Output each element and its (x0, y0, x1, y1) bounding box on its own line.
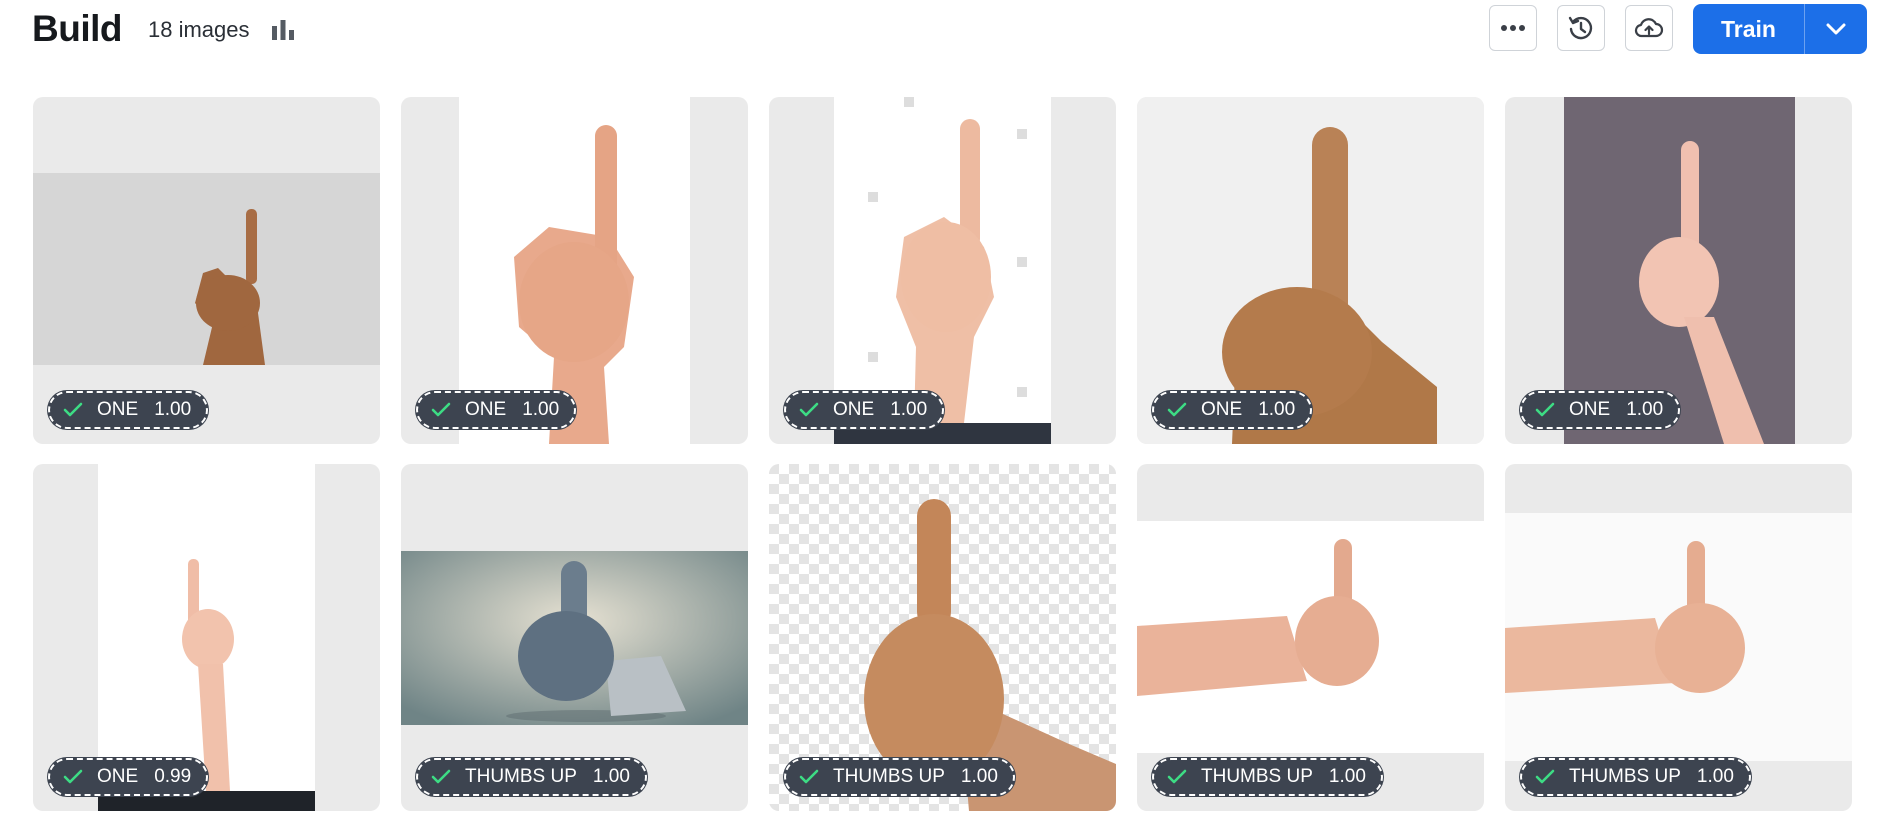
prediction-score: 0.99 (154, 766, 192, 787)
history-button[interactable] (1557, 5, 1605, 51)
check-icon (63, 402, 83, 417)
prediction-badge: ONE 1.00 (1151, 390, 1314, 430)
bar-chart-icon[interactable] (270, 18, 296, 42)
check-icon (799, 402, 819, 417)
prediction-label: ONE (1569, 399, 1611, 420)
image-card[interactable]: THUMBS UP 1.00 (769, 464, 1116, 811)
image-card[interactable]: THUMBS UP 1.00 (1505, 464, 1852, 811)
train-options-dropdown[interactable] (1805, 4, 1867, 54)
prediction-score: 1.00 (960, 766, 998, 787)
prediction-score: 1.00 (1328, 766, 1366, 787)
train-button-group: Train (1693, 4, 1867, 54)
prediction-score: 1.00 (592, 766, 630, 787)
prediction-score: 1.00 (1626, 399, 1664, 420)
page-header: Build 18 images Train (0, 0, 1879, 60)
prediction-label: THUMBS UP (833, 766, 945, 787)
image-card[interactable]: ONE 1.00 (769, 97, 1116, 444)
image-card[interactable]: ONE 1.00 (33, 97, 380, 444)
prediction-badge: ONE 1.00 (415, 390, 578, 430)
prediction-label: THUMBS UP (465, 766, 577, 787)
check-icon (1535, 769, 1555, 784)
check-icon (1167, 769, 1187, 784)
image-card[interactable]: THUMBS UP 1.00 (401, 464, 748, 811)
image-count: 18 images (148, 17, 250, 42)
check-icon (1535, 402, 1555, 417)
check-icon (1167, 402, 1187, 417)
prediction-badge: THUMBS UP 1.00 (783, 757, 1016, 797)
image-thumbnail (33, 173, 380, 365)
prediction-score: 1.00 (1696, 766, 1734, 787)
image-card[interactable]: ONE 1.00 (1505, 97, 1852, 444)
image-thumbnail (1505, 513, 1852, 761)
prediction-badge: ONE 1.00 (783, 390, 946, 430)
prediction-badge: THUMBS UP 1.00 (1151, 757, 1384, 797)
more-horizontal-icon (1501, 25, 1525, 31)
image-grid: ONE 1.00 ONE 1.00 ONE 1.00 ONE 1.00 ONE … (33, 97, 1852, 811)
cloud-upload-icon (1634, 18, 1664, 38)
prediction-badge: ONE 0.99 (47, 757, 210, 797)
check-icon (799, 769, 819, 784)
check-icon (431, 769, 451, 784)
prediction-label: ONE (97, 766, 139, 787)
prediction-badge: THUMBS UP 1.00 (415, 757, 648, 797)
prediction-badge: ONE 1.00 (1519, 390, 1682, 430)
prediction-score: 1.00 (154, 399, 192, 420)
prediction-label: THUMBS UP (1201, 766, 1313, 787)
prediction-label: ONE (1201, 399, 1243, 420)
image-thumbnail (401, 551, 748, 725)
chevron-down-icon (1826, 23, 1846, 35)
image-thumbnail (1137, 521, 1484, 753)
image-card[interactable]: ONE 1.00 (1137, 97, 1484, 444)
image-card[interactable]: ONE 0.99 (33, 464, 380, 811)
check-icon (431, 402, 451, 417)
prediction-score: 1.00 (522, 399, 560, 420)
check-icon (63, 769, 83, 784)
train-button[interactable]: Train (1693, 4, 1805, 54)
page-title: Build (32, 8, 122, 49)
prediction-label: ONE (465, 399, 507, 420)
prediction-score: 1.00 (1258, 399, 1296, 420)
prediction-label: THUMBS UP (1569, 766, 1681, 787)
image-card[interactable]: THUMBS UP 1.00 (1137, 464, 1484, 811)
upload-button[interactable] (1625, 5, 1673, 51)
prediction-label: ONE (97, 399, 139, 420)
image-card[interactable]: ONE 1.00 (401, 97, 748, 444)
prediction-badge: ONE 1.00 (47, 390, 210, 430)
prediction-score: 1.00 (890, 399, 928, 420)
prediction-label: ONE (833, 399, 875, 420)
more-options-button[interactable] (1489, 5, 1537, 51)
history-icon (1568, 16, 1593, 40)
prediction-badge: THUMBS UP 1.00 (1519, 757, 1752, 797)
